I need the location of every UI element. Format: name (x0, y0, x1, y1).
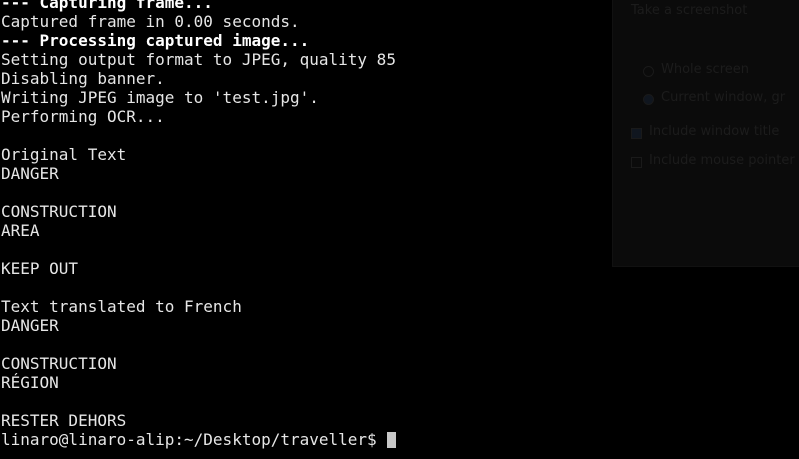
output-line: CONSTRUCTION (1, 202, 117, 221)
output-line: AREA (1, 221, 40, 240)
current-window-radio (643, 94, 654, 105)
window-title-checkbox (631, 128, 642, 139)
output-line: RESTER DEHORS (1, 411, 127, 430)
output-line: Performing OCR... (1, 107, 165, 126)
mouse-pointer-checkbox (631, 157, 642, 168)
terminal-output: --- Capturing frame... Captured frame in… (1, 0, 397, 449)
shell-prompt: linaro@linaro-alip:~/Desktop/traveller$ (1, 430, 387, 449)
current-window-label: Current window, gr (661, 90, 786, 105)
output-line: KEEP OUT (1, 259, 79, 278)
whole-screen-radio (643, 66, 654, 77)
output-line: Captured frame in 0.00 seconds. (1, 12, 300, 31)
dialog-title: Take a screenshot (631, 3, 748, 18)
output-line: CONSTRUCTION (1, 354, 117, 373)
output-line: DANGER (1, 164, 59, 183)
output-line: Setting output format to JPEG, quality 8… (1, 50, 396, 69)
whole-screen-label: Whole screen (661, 62, 750, 77)
mouse-pointer-label: Include mouse pointer (649, 153, 795, 168)
terminal-window[interactable]: Take a screenshot Whole screen Current w… (0, 0, 799, 459)
output-line: DANGER (1, 316, 59, 335)
output-line: --- Capturing frame... (1, 0, 213, 12)
output-line: --- Processing captured image... (1, 31, 310, 50)
output-line: Disabling banner. (1, 69, 165, 88)
window-title-label: Include window title (649, 124, 780, 139)
background-screenshot-dialog: Take a screenshot Whole screen Current w… (612, 0, 799, 267)
output-line: Original Text (1, 145, 127, 164)
output-line: Text translated to French (1, 297, 242, 316)
prompt-line[interactable]: linaro@linaro-alip:~/Desktop/traveller$ (1, 430, 397, 449)
text-cursor (387, 432, 397, 448)
output-line: Writing JPEG image to 'test.jpg'. (1, 88, 319, 107)
output-line: RÉGION (1, 373, 59, 392)
